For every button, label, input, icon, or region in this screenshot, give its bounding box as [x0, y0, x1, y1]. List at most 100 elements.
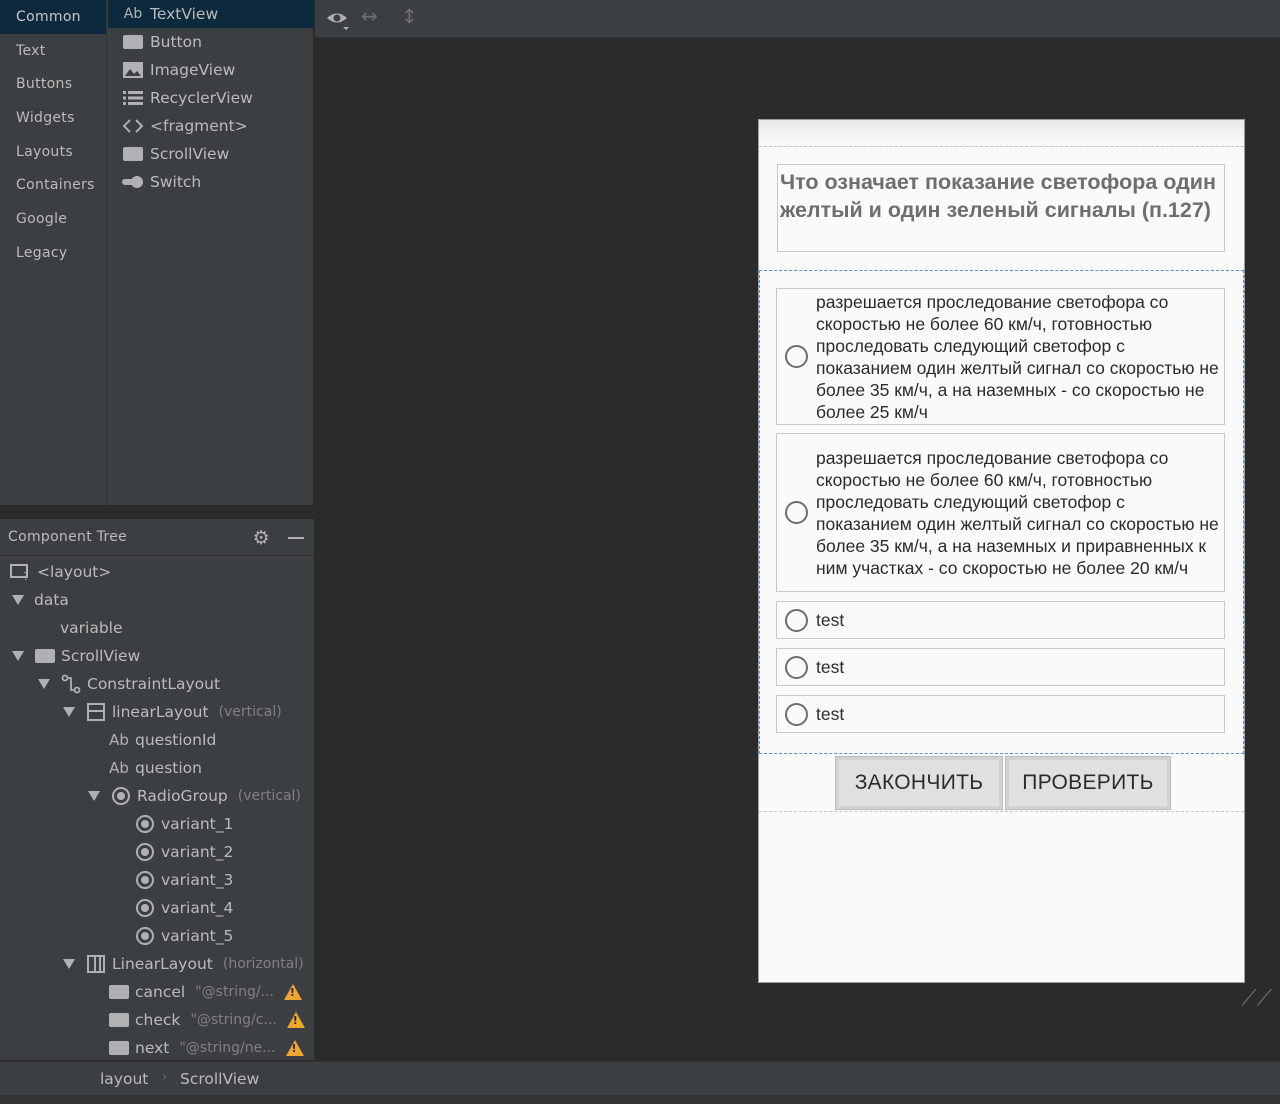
tree-node-variant-3[interactable]: variant_3 — [134, 866, 233, 894]
category-widgets[interactable]: Widgets — [0, 101, 106, 135]
breadcrumb-layout[interactable]: layout — [100, 1070, 148, 1088]
tree-node-check[interactable]: check "@string/c... — [108, 1006, 305, 1034]
tree-node-label: ScrollView — [61, 647, 141, 665]
breadcrumb: layout › ScrollView — [0, 1061, 1280, 1095]
radiobutton-icon — [134, 843, 156, 861]
tree-node-radiogroup[interactable]: RadioGroup (vertical) — [88, 782, 301, 810]
tree-node-constraintlayout[interactable]: ConstraintLayout — [38, 670, 220, 698]
expand-arrow-icon[interactable] — [88, 791, 100, 801]
palette-item-label: ImageView — [150, 61, 236, 79]
tree-node-layout[interactable]: ? <layout> — [10, 558, 111, 586]
textview-icon: Ab — [109, 759, 129, 777]
category-google[interactable]: Google — [0, 202, 106, 236]
expand-arrow-icon[interactable] — [12, 651, 24, 661]
variant-2-label: разрешается проследование светофора со с… — [816, 447, 1219, 578]
category-legacy[interactable]: Legacy — [0, 236, 106, 270]
variant-4-label: test — [816, 657, 845, 677]
expand-arrow-icon[interactable] — [63, 959, 75, 969]
radio-circle-icon[interactable] — [785, 501, 808, 524]
palette-item-imageview[interactable]: ImageView — [108, 56, 314, 84]
expand-arrow-icon[interactable] — [38, 679, 50, 689]
question-textview[interactable]: Что означает показание светофора один же… — [777, 164, 1225, 252]
category-buttons[interactable]: Buttons — [0, 67, 106, 101]
warning-icon[interactable] — [286, 1012, 305, 1028]
tree-node-label: questionId — [135, 731, 217, 749]
tree-node-next[interactable]: next "@string/ne... — [108, 1034, 304, 1062]
gear-icon[interactable]: ⚙ — [253, 527, 270, 549]
tree-node-variant-2[interactable]: variant_2 — [134, 838, 233, 866]
tree-node-scrollview[interactable]: ScrollView — [12, 642, 140, 670]
radio-circle-icon[interactable] — [785, 655, 808, 679]
tree-node-label: ConstraintLayout — [87, 675, 221, 693]
linearlayout-vertical-icon — [85, 703, 107, 721]
category-layouts[interactable]: Layouts — [0, 135, 106, 169]
tree-node-questionid[interactable]: Ab questionId — [108, 726, 216, 754]
resize-handle-icon[interactable]: ⟋⟋ — [1241, 986, 1272, 1011]
palette-item-fragment[interactable]: <fragment> — [108, 112, 314, 140]
tree-node-variant-4[interactable]: variant_4 — [134, 894, 233, 922]
tree-node-data[interactable]: data — [12, 586, 69, 614]
tree-node-variable[interactable]: variable — [60, 614, 123, 642]
empty-area — [759, 812, 1244, 982]
tree-node-cancel[interactable]: cancel "@string/... — [108, 978, 302, 1006]
radio-circle-icon[interactable] — [785, 608, 808, 632]
android-studio-layout-editor: Common Text Buttons Widgets Layouts Cont… — [0, 0, 1280, 1104]
image-icon — [122, 62, 144, 78]
radio-circle-icon[interactable] — [785, 702, 808, 726]
component-tree-header: Component Tree ⚙ — [0, 519, 314, 556]
variant-4-radio[interactable]: test — [776, 648, 1225, 686]
palette-item-button[interactable]: Button — [108, 28, 314, 56]
tree-node-variant-5[interactable]: variant_5 — [134, 922, 233, 950]
constraint-icon — [60, 674, 82, 694]
tree-node-variant-1[interactable]: variant_1 — [134, 810, 233, 838]
tree-node-question[interactable]: Ab question — [108, 754, 202, 782]
eye-icon[interactable] — [325, 6, 351, 37]
variant-2-radio[interactable]: разрешается проследование светофора со с… — [776, 433, 1225, 592]
warning-icon[interactable] — [283, 984, 302, 1000]
textview-icon: Ab — [109, 731, 129, 749]
tree-node-label: question — [135, 759, 202, 777]
palette-item-scrollview[interactable]: ScrollView — [108, 140, 314, 168]
palette-item-textview[interactable]: Ab TextView — [108, 0, 314, 28]
tree-node-linearlayout-horizontal[interactable]: LinearLayout (horizontal) — [63, 950, 304, 978]
horizontal-resize-icon[interactable]: ↔ — [361, 4, 378, 28]
palette-categories: Common Text Buttons Widgets Layouts Cont… — [0, 0, 107, 505]
tree-node-hint: "@string/... — [195, 984, 274, 1000]
variant-1-label: разрешается проследование светофора со с… — [816, 291, 1219, 422]
palette-panel: Common Text Buttons Widgets Layouts Cont… — [0, 0, 314, 505]
expand-arrow-icon[interactable] — [63, 707, 75, 717]
palette-item-recyclerview[interactable]: RecyclerView — [108, 84, 314, 112]
bottom-strip — [0, 1095, 1280, 1104]
tree-node-hint: (vertical) — [237, 788, 301, 804]
code-icon — [122, 118, 144, 134]
button-row: ЗАКОНЧИТЬ ПРОВЕРИТЬ — [759, 754, 1244, 812]
palette-item-switch[interactable]: Switch — [108, 168, 314, 196]
switch-icon — [122, 175, 144, 189]
category-containers[interactable]: Containers — [0, 168, 106, 202]
category-text[interactable]: Text — [0, 34, 106, 68]
tree-node-label: linearLayout — [112, 703, 209, 721]
category-common[interactable]: Common — [0, 0, 106, 34]
breadcrumb-scrollview[interactable]: ScrollView — [180, 1070, 259, 1088]
button-icon — [108, 1041, 130, 1055]
check-button[interactable]: ПРОВЕРИТЬ — [1005, 756, 1171, 810]
warning-icon[interactable] — [285, 1040, 304, 1056]
palette-item-label: RecyclerView — [150, 89, 253, 107]
tree-node-label: variable — [60, 619, 123, 637]
component-tree: ? <layout> data variable ScrollView Cons… — [0, 556, 314, 1060]
tree-node-label: check — [135, 1011, 181, 1029]
radio-circle-icon[interactable] — [785, 345, 808, 368]
tree-node-label: variant_2 — [161, 843, 234, 861]
tree-node-linearlayout-vertical[interactable]: linearLayout (vertical) — [63, 698, 282, 726]
variant-3-radio[interactable]: test — [776, 601, 1225, 639]
svg-text:?: ? — [23, 570, 29, 581]
palette-item-label: TextView — [150, 5, 219, 23]
tree-node-label: variant_1 — [161, 815, 234, 833]
variant-5-radio[interactable]: test — [776, 695, 1225, 733]
expand-arrow-icon[interactable] — [12, 595, 24, 605]
palette-item-label: <fragment> — [150, 117, 248, 135]
vertical-resize-icon[interactable]: ↕ — [401, 4, 418, 28]
variant-1-radio[interactable]: разрешается проследование светофора со с… — [776, 288, 1225, 425]
minimize-icon[interactable] — [288, 537, 304, 539]
finish-button[interactable]: ЗАКОНЧИТЬ — [835, 756, 1003, 810]
